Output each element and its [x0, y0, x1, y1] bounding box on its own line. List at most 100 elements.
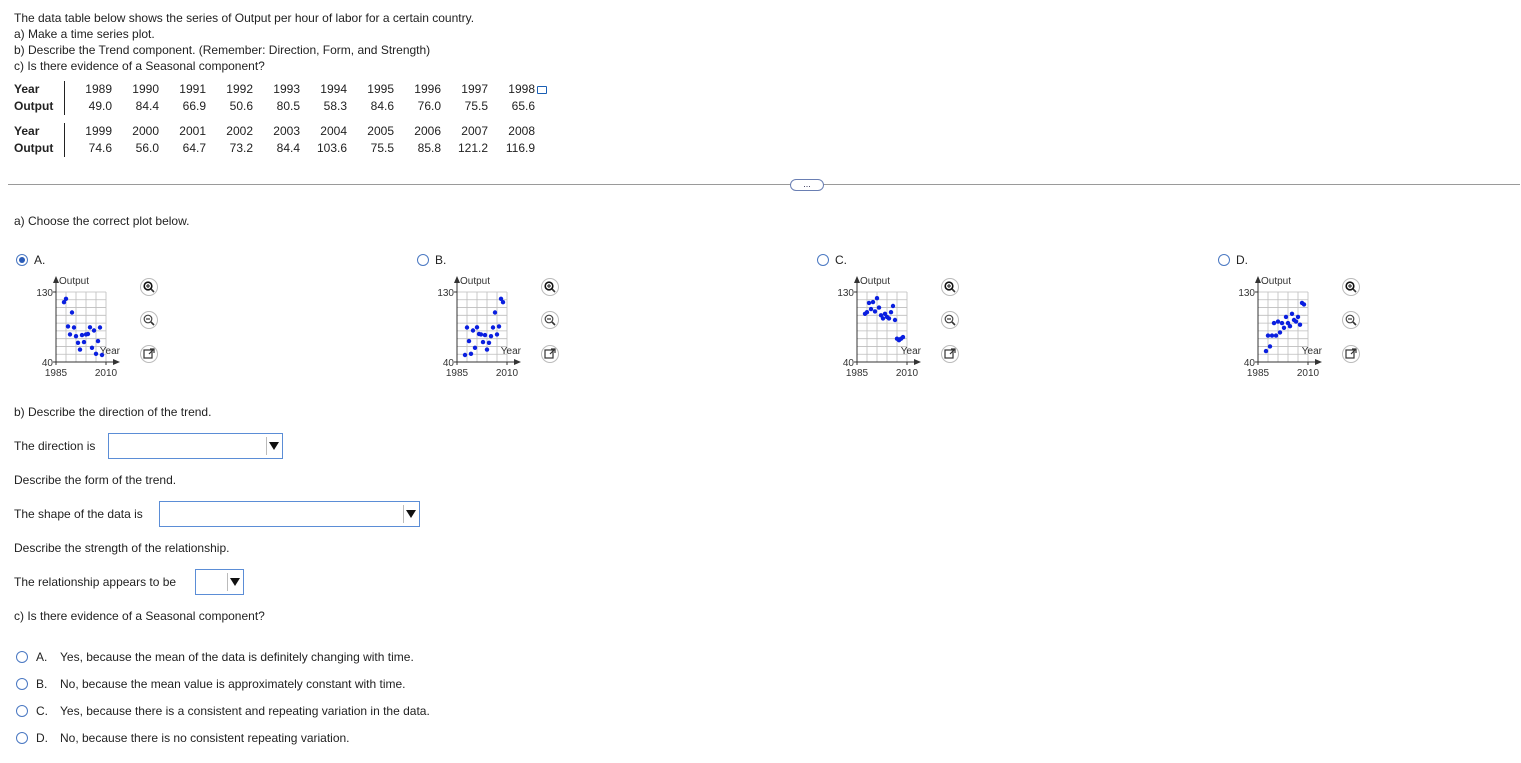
year-cell: 2006	[414, 124, 441, 138]
year-cell: 1997	[461, 82, 488, 96]
output-header: Output	[14, 98, 65, 115]
radio-button[interactable]	[16, 651, 28, 663]
data-table-1: Year 1989 1990 1991 1992 1993 1994 1995 …	[14, 81, 549, 115]
year-cell: 2001	[179, 124, 206, 138]
y-axis-label: Output	[460, 276, 490, 287]
data-point	[866, 300, 872, 306]
plot-option-letter: A.	[34, 253, 46, 267]
data-point	[1289, 311, 1295, 316]
y-tick-label: 130	[437, 288, 454, 299]
year-cell: 2007	[461, 124, 488, 138]
plot-option-letter: B.	[435, 253, 447, 267]
strength-prompt: Describe the strength of the relationshi…	[14, 541, 230, 555]
year-cell: 1992	[226, 82, 253, 96]
data-point	[1297, 322, 1303, 327]
x-tick-label: 1985	[446, 368, 469, 379]
intro-line-3: b) Describe the Trend component. (Rememb…	[14, 43, 431, 57]
data-table-2: Year 1999 2000 2001 2002 2003 2004 2005 …	[14, 123, 535, 157]
option-letter: C.	[36, 704, 48, 718]
intro-line-4: c) Is there evidence of a Seasonal compo…	[14, 59, 265, 73]
data-point	[872, 309, 878, 314]
shape-dropdown[interactable]	[159, 501, 420, 527]
y-tick-label: 130	[1238, 288, 1255, 299]
data-point	[466, 338, 472, 344]
output-cell: 49.0	[88, 99, 112, 113]
year-cell: 2005	[367, 124, 394, 138]
chevron-down-icon	[403, 505, 418, 523]
strength-label: The relationship appears to be	[14, 575, 177, 589]
data-point	[71, 325, 77, 330]
option-letter: D.	[36, 731, 48, 745]
option-letter: B.	[36, 677, 48, 691]
more-button[interactable]: ...	[790, 179, 824, 191]
zoom-out-icon[interactable]	[1342, 311, 1360, 329]
strength-dropdown[interactable]	[195, 569, 244, 595]
open-window-icon[interactable]	[1342, 345, 1360, 363]
open-window-icon[interactable]	[941, 345, 959, 363]
data-point	[1279, 320, 1285, 326]
y-axis-label: Output	[1261, 276, 1291, 287]
open-window-icon[interactable]	[140, 345, 158, 363]
data-point	[486, 340, 492, 345]
data-point	[85, 331, 91, 337]
x-axis-arrow	[1315, 359, 1322, 365]
data-point	[1263, 348, 1269, 354]
radio-button[interactable]	[16, 678, 28, 690]
question-intro: The data table below shows the series of…	[14, 10, 474, 74]
option-text: Yes, because there is a consistent and r…	[60, 704, 430, 718]
output-cell: 64.7	[182, 141, 206, 155]
year-cell: 1996	[414, 82, 441, 96]
zoom-out-icon[interactable]	[541, 311, 559, 329]
plot-option-radio[interactable]	[817, 254, 829, 266]
data-point	[890, 303, 896, 309]
scatter-plot-1: Output130401985 2010Year	[36, 276, 121, 379]
year-cell: 1993	[273, 82, 300, 96]
data-point	[79, 332, 85, 338]
year-cell: 1990	[132, 82, 159, 96]
x-axis-arrow	[514, 359, 521, 365]
data-point	[870, 299, 876, 305]
plot-option-radio[interactable]	[16, 254, 28, 266]
y-axis-label: Output	[860, 276, 890, 287]
data-point	[880, 316, 886, 321]
x-tick-label: 2010	[1297, 368, 1320, 379]
data-point	[89, 345, 95, 350]
data-point	[474, 325, 480, 330]
data-point	[69, 310, 75, 315]
year-header: Year	[14, 123, 65, 140]
year-cell: 2008	[508, 124, 535, 138]
zoom-out-icon[interactable]	[140, 311, 158, 329]
data-point	[886, 316, 892, 321]
zoom-in-icon[interactable]	[140, 278, 158, 296]
open-window-icon[interactable]	[541, 345, 559, 363]
output-cell: 50.6	[229, 99, 253, 113]
x-axis-arrow	[914, 359, 921, 365]
data-point	[492, 310, 498, 315]
form-label: The shape of the data is	[14, 507, 143, 521]
zoom-in-icon[interactable]	[541, 278, 559, 296]
part-c-prompt: c) Is there evidence of a Seasonal compo…	[14, 609, 265, 623]
x-tick-label: 2010	[95, 368, 118, 379]
output-cell: 73.2	[229, 141, 253, 155]
direction-dropdown[interactable]	[108, 433, 283, 459]
data-point	[468, 351, 474, 356]
data-point	[464, 325, 470, 330]
zoom-out-icon[interactable]	[941, 311, 959, 329]
zoom-in-icon[interactable]	[941, 278, 959, 296]
year-cell: 1994	[320, 82, 347, 96]
data-point	[1265, 333, 1271, 338]
data-point	[1293, 319, 1299, 324]
data-point	[1283, 314, 1289, 320]
output-cell: 74.6	[88, 141, 112, 155]
year-cell: 2000	[132, 124, 159, 138]
data-point	[1277, 330, 1283, 335]
radio-button[interactable]	[16, 732, 28, 744]
data-point	[500, 300, 506, 305]
plot-option-radio[interactable]	[1218, 254, 1230, 266]
section-divider	[8, 184, 1520, 185]
zoom-in-icon[interactable]	[1342, 278, 1360, 296]
radio-button[interactable]	[16, 705, 28, 717]
data-point	[67, 332, 73, 337]
plot-option-radio[interactable]	[417, 254, 429, 266]
copy-data-icon[interactable]	[537, 85, 547, 94]
